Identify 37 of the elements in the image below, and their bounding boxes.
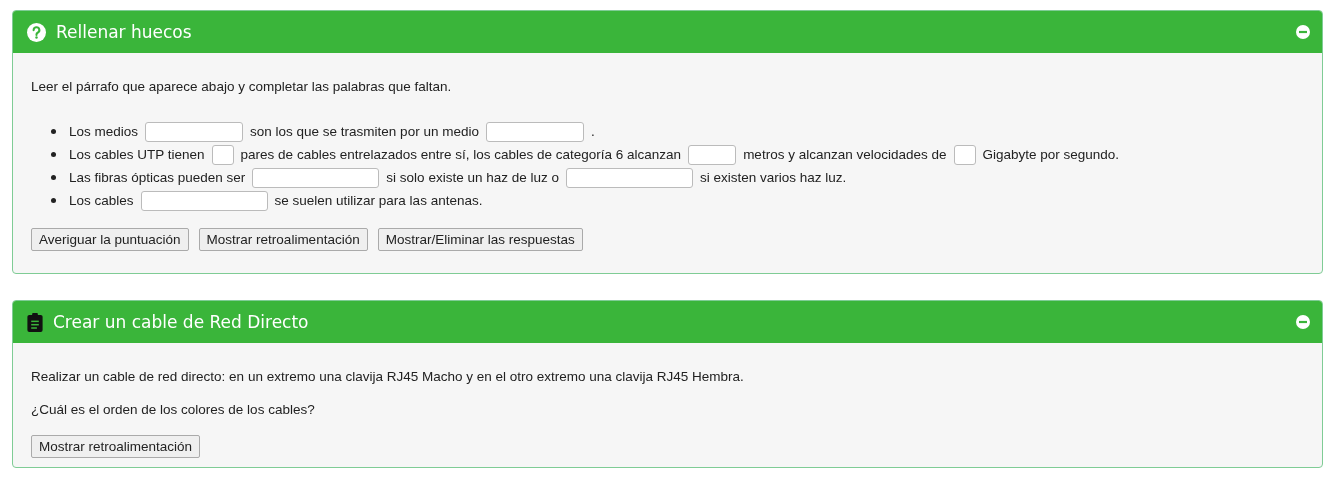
collapse-icon[interactable]: [1296, 25, 1310, 39]
panel-title: Rellenar huecos: [56, 22, 193, 42]
action-button[interactable]: Mostrar/Eliminar las respuestas: [377, 228, 583, 251]
paragraph-text: ¿Cuál es el orden de los colores de los cables?: [31, 402, 316, 417]
sentence-text: .: [590, 124, 595, 139]
input-field[interactable]: [145, 121, 244, 142]
bullet-icon: [51, 198, 56, 203]
sentence-text: son los que se trasmiten por un medio: [250, 124, 479, 139]
input-field[interactable]: [252, 167, 380, 188]
question-icon: [27, 22, 46, 42]
sentence-text: Los cables: [69, 193, 134, 208]
instructions-text: Leer el párrafo que aparece abajo y completar las palabras que faltan.: [31, 79, 453, 94]
action-button[interactable]: Mostrar retroalimentación: [198, 228, 368, 251]
sentence-text: Gigabyte por segundo.: [982, 147, 1120, 162]
input-field[interactable]: [953, 144, 976, 165]
clipboard-icon: [27, 312, 43, 332]
collapse-icon[interactable]: [1296, 315, 1310, 329]
paragraph-text: Realizar un cable de red directo: en un extremo una clavija RJ45 Macho y en el otro extremo una clavija RJ45 Hembra.: [31, 369, 745, 384]
sentence-text: si solo existe un haz de luz o: [386, 170, 559, 185]
input-field[interactable]: [565, 167, 693, 188]
sentence-text: Las fibras ópticas pueden ser: [69, 170, 246, 185]
sentence-text: metros y alcanzan velocidades de: [743, 147, 947, 162]
bullet-icon: [51, 129, 56, 134]
input-field[interactable]: [485, 121, 584, 142]
input-field[interactable]: [688, 144, 737, 165]
input-field[interactable]: [140, 190, 268, 211]
sentence-text: se suelen utilizar para las antenas.: [274, 193, 483, 208]
input-field[interactable]: [211, 144, 234, 165]
action-button[interactable]: Mostrar retroalimentación: [31, 435, 201, 458]
sentence-text: Los cables UTP tienen: [69, 147, 205, 162]
sentence-text: pares de cables entrelazados entre sí, los cables de categoría 6 alcanzan: [240, 147, 682, 162]
action-button[interactable]: Averiguar la puntuación: [31, 228, 189, 251]
sentence-text: Los medios: [69, 124, 139, 139]
bullet-icon: [51, 152, 56, 157]
sentence-text: si existen varios haz luz.: [699, 170, 847, 185]
bullet-icon: [51, 175, 56, 180]
panel-title: Crear un cable de Red Directo: [53, 312, 310, 332]
